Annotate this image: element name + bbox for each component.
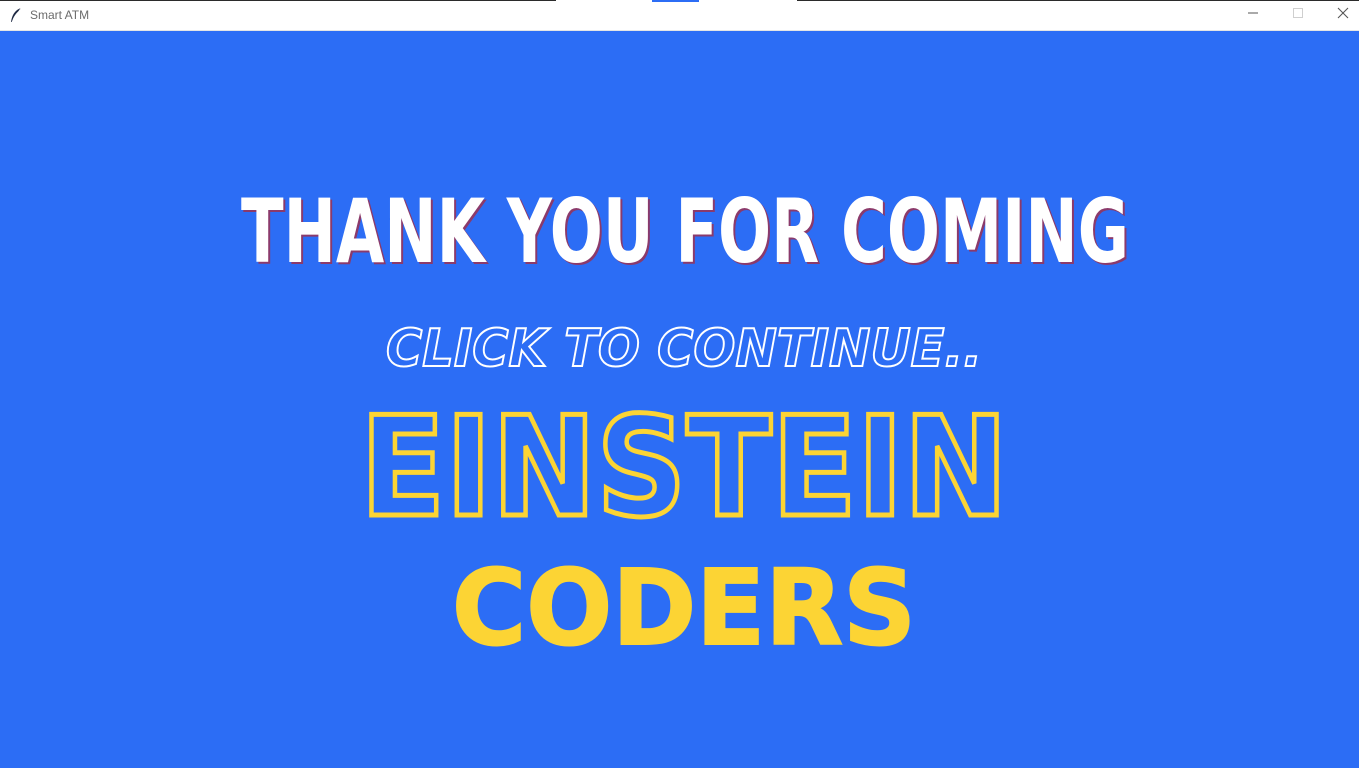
heading-text: THANK YOU FOR COMING — [241, 180, 1129, 283]
minimize-icon — [1247, 6, 1259, 24]
taskbar-highlight — [652, 0, 699, 2]
title-bar[interactable]: Smart ATM — [0, 0, 1359, 31]
close-icon — [1337, 6, 1349, 24]
close-button[interactable] — [1320, 0, 1359, 30]
click-to-continue-prompt[interactable]: CLICK TO CONTINUE.. — [385, 318, 983, 380]
maximize-icon — [1292, 6, 1304, 24]
thank-you-canvas[interactable]: THANK YOU FOR COMING THANK YOU FOR COMIN… — [0, 31, 1359, 768]
title-bar-top-edge-left — [0, 0, 556, 1]
minimize-button[interactable] — [1230, 0, 1275, 30]
maximize-button[interactable] — [1275, 0, 1320, 30]
thank-you-screen[interactable]: THANK YOU FOR COMING THANK YOU FOR COMIN… — [0, 31, 1359, 768]
brand-coders: CODERS — [452, 547, 916, 669]
brand-einstein: EINSTEIN — [360, 387, 1008, 548]
window-title: Smart ATM — [30, 8, 90, 22]
smart-atm-window: Smart ATM THANK YOU FOR COMING THANK YOU… — [0, 0, 1359, 768]
feather-icon — [9, 7, 23, 24]
